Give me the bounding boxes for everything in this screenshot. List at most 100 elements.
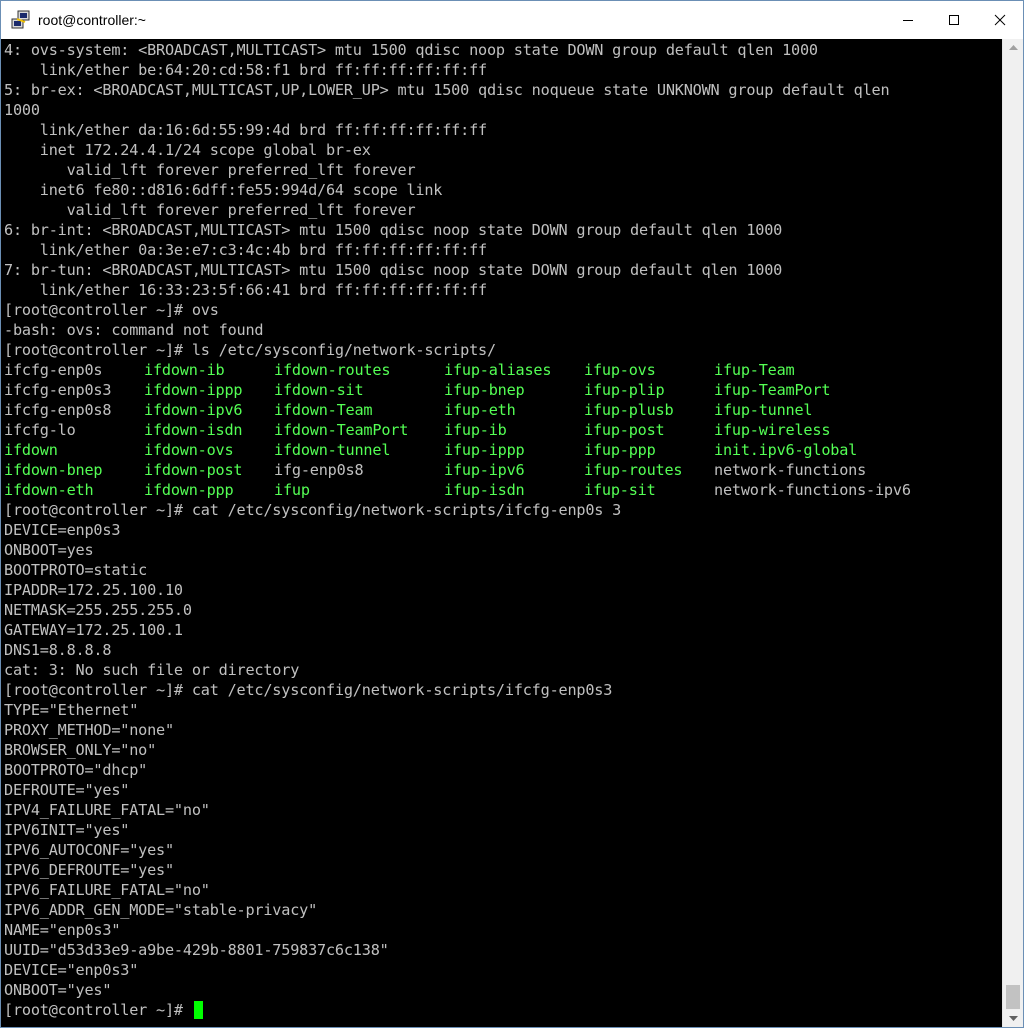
terminal-line: ONBOOT=yes	[4, 541, 94, 559]
file-entry: ifup-Team	[714, 361, 795, 379]
terminal-line: BROWSER_ONLY="no"	[4, 741, 157, 759]
terminal-line: [root@controller ~]# cat /etc/sysconfig/…	[4, 681, 613, 699]
file-entry: init.ipv6-global	[714, 441, 858, 459]
terminal-text: 4: ovs-system: <BROADCAST,MULTICAST> mtu…	[4, 40, 974, 1020]
file-entry: ifup-ppp	[584, 441, 656, 459]
file-entry: ifdown-ippp	[144, 381, 243, 399]
file-entry: ifup-TeamPort	[714, 381, 831, 399]
terminal-line: TYPE="Ethernet"	[4, 701, 139, 719]
terminal-line: DEVICE="enp0s3"	[4, 961, 139, 979]
terminal-line: link/ether 0a:3e:e7:c3:4c:4b brd ff:ff:f…	[4, 241, 487, 259]
file-entry: ifdown-TeamPort	[274, 421, 409, 439]
terminal-line: 7: br-tun: <BROADCAST,MULTICAST> mtu 150…	[4, 261, 783, 279]
terminal-line: DEFROUTE="yes"	[4, 781, 130, 799]
terminal-window: root@controller:~ 4: ovs-system: <BROADC…	[0, 0, 1024, 1028]
file-entry: ifup-sit	[584, 481, 656, 499]
file-entry: ifdown-post	[144, 461, 243, 479]
terminal-line: valid_lft forever preferred_lft forever	[4, 161, 416, 179]
file-entry: ifup-ipv6	[444, 461, 525, 479]
scroll-up-button[interactable]	[1003, 39, 1023, 56]
terminal-line: DEVICE=enp0s3	[4, 521, 121, 539]
command-prompt[interactable]: [root@controller ~]#	[4, 1000, 974, 1020]
file-entry: ifup-post	[584, 421, 665, 439]
maximize-button[interactable]	[931, 1, 977, 39]
file-entry: ifup-tunnel	[714, 401, 813, 419]
text-cursor	[193, 1001, 203, 1019]
file-entry: ifup	[274, 481, 310, 499]
file-entry: ifcfg-lo	[4, 421, 76, 439]
minimize-icon	[903, 20, 913, 21]
terminal-line: IPV6INIT="yes"	[4, 821, 130, 839]
ls-output-row: ifcfg-enp0s8 ifdown-ipv6 ifdown-Team ifup-e…	[4, 400, 974, 420]
terminal-line: link/ether 16:33:23:5f:66:41 brd ff:ff:f…	[4, 281, 487, 299]
terminal-line: -bash: ovs: command not found	[4, 321, 264, 339]
file-entry: ifdown-ovs	[144, 441, 234, 459]
terminal-line: DNS1=8.8.8.8	[4, 641, 112, 659]
terminal-line: inet6 fe80::d816:6dff:fe55:994d/64 scope…	[4, 181, 443, 199]
file-entry: ifdown	[4, 441, 58, 459]
terminal-line: [root@controller ~]# cat /etc/sysconfig/…	[4, 501, 622, 519]
ls-output-row: ifcfg-enp0s ifdown-ib ifdown-routes ifup-al…	[4, 360, 974, 380]
file-entry: ifup-eth	[444, 401, 516, 419]
terminal-line: 5: br-ex: <BROADCAST,MULTICAST,UP,LOWER_…	[4, 81, 890, 99]
close-icon	[994, 14, 1006, 26]
terminal-line: valid_lft forever preferred_lft forever	[4, 201, 416, 219]
terminal-line: IPV6_AUTOCONF="yes"	[4, 841, 174, 859]
file-entry: ifdown-routes	[274, 361, 391, 379]
scroll-down-button[interactable]	[1003, 1010, 1023, 1027]
file-entry: ifdown-ib	[144, 361, 225, 379]
file-entry: ifup-bnep	[444, 381, 525, 399]
terminal-line: link/ether be:64:20:cd:58:f1 brd ff:ff:f…	[4, 61, 487, 79]
ls-output-row: ifdown-eth ifdown-ppp ifup ifup-isdn ifup-si…	[4, 480, 974, 500]
file-entry: ifdown-eth	[4, 481, 94, 499]
file-entry: ifup-plip	[584, 381, 665, 399]
terminal-line: IPV6_ADDR_GEN_MODE="stable-privacy"	[4, 901, 318, 919]
file-entry: ifdown-Team	[274, 401, 373, 419]
terminal-line: NETMASK=255.255.255.0	[4, 601, 192, 619]
file-entry: ifcfg-enp0s8	[4, 401, 112, 419]
file-entry: ifup-wireless	[714, 421, 831, 439]
prompt-text: [root@controller ~]#	[4, 1001, 192, 1019]
file-entry: network-functions-ipv6	[714, 481, 911, 499]
file-entry: ifup-ib	[444, 421, 507, 439]
title-bar[interactable]: root@controller:~	[1, 1, 1023, 39]
file-entry: ifup-ippp	[444, 441, 525, 459]
terminal-line: 1000	[4, 101, 40, 119]
terminal-line: UUID="d53d33e9-a9be-429b-8801-759837c6c1…	[4, 941, 389, 959]
ls-output-row: ifdown ifdown-ovs ifdown-tunnel ifup-ippp if…	[4, 440, 974, 460]
file-entry: ifdown-bnep	[4, 461, 103, 479]
chevron-up-icon	[1008, 45, 1018, 50]
window-title: root@controller:~	[38, 12, 146, 28]
file-entry: ifup-routes	[584, 461, 683, 479]
terminal-line: GATEWAY=172.25.100.1	[4, 621, 183, 639]
chevron-down-icon	[1008, 1016, 1018, 1021]
file-entry: ifg-enp0s8	[274, 461, 364, 479]
terminal-line: 6: br-int: <BROADCAST,MULTICAST> mtu 150…	[4, 221, 783, 239]
terminal-line: BOOTPROTO="dhcp"	[4, 761, 148, 779]
close-button[interactable]	[977, 1, 1023, 39]
file-entry: ifdown-ppp	[144, 481, 234, 499]
ls-output-row: ifcfg-enp0s3 ifdown-ippp ifdown-sit ifup-bn…	[4, 380, 974, 400]
terminal-line: [root@controller ~]# ovs	[4, 301, 219, 319]
terminal-line: IPV4_FAILURE_FATAL="no"	[4, 801, 210, 819]
file-entry: ifdown-ipv6	[144, 401, 243, 419]
terminal-line: BOOTPROTO=static	[4, 561, 148, 579]
terminal-line: NAME="enp0s3"	[4, 921, 121, 939]
file-entry: ifup-plusb	[584, 401, 674, 419]
scrollbar-thumb[interactable]	[1006, 985, 1020, 1009]
ls-output-row: ifcfg-lo ifdown-isdn ifdown-TeamPort ifup-i…	[4, 420, 974, 440]
terminal-line: ONBOOT="yes"	[4, 981, 112, 999]
terminal-line: 4: ovs-system: <BROADCAST,MULTICAST> mtu…	[4, 41, 818, 59]
putty-icon[interactable]	[11, 10, 31, 30]
file-entry: ifup-aliases	[444, 361, 552, 379]
file-entry: ifup-isdn	[444, 481, 525, 499]
file-entry: ifdown-isdn	[144, 421, 243, 439]
terminal-line: PROXY_METHOD="none"	[4, 721, 174, 739]
terminal-output[interactable]: 4: ovs-system: <BROADCAST,MULTICAST> mtu…	[1, 39, 1004, 1027]
file-entry: ifcfg-enp0s3	[4, 381, 112, 399]
vertical-scrollbar[interactable]	[1002, 39, 1023, 1027]
terminal-line: IPV6_FAILURE_FATAL="no"	[4, 881, 210, 899]
minimize-button[interactable]	[885, 1, 931, 39]
terminal-line: link/ether da:16:6d:55:99:4d brd ff:ff:f…	[4, 121, 487, 139]
terminal-line: IPADDR=172.25.100.10	[4, 581, 183, 599]
